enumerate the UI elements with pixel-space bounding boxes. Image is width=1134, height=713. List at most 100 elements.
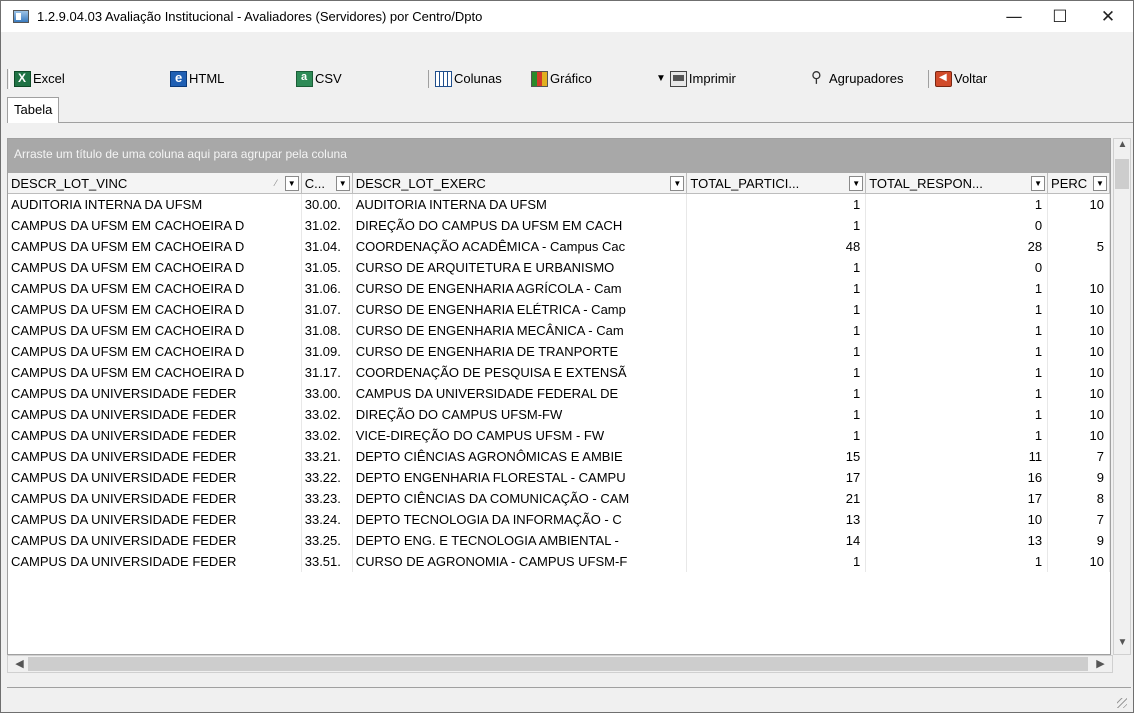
cell-total-participantes[interactable]: 15: [687, 446, 867, 467]
column-header-code[interactable]: C... ▼: [302, 173, 353, 193]
table-row[interactable]: CAMPUS DA UNIVERSIDADE FEDER 33.25. DEPTO …: [8, 530, 1110, 551]
filter-dropdown-icon[interactable]: ▼: [1031, 175, 1046, 191]
column-header-descr-lot-vinc[interactable]: DESCR_LOT_VINC ⁄ ▼: [8, 173, 302, 193]
scroll-right-icon[interactable]: ▶: [1092, 656, 1109, 673]
cell-total-participantes[interactable]: 1: [687, 362, 867, 383]
cell-perc[interactable]: [1048, 257, 1110, 278]
table-row[interactable]: CAMPUS DA UNIVERSIDADE FEDER 33.22. DEPTO …: [8, 467, 1110, 488]
export-csv-button[interactable]: CSV: [296, 68, 422, 90]
cell-descr-lot-exerc[interactable]: DIREÇÃO DO CAMPUS DA UFSM EM CACH: [353, 215, 688, 236]
cell-descr-lot-vinc[interactable]: CAMPUS DA UNIVERSIDADE FEDER: [8, 404, 302, 425]
cell-descr-lot-exerc[interactable]: DEPTO CIÊNCIAS AGRONÔMICAS E AMBIE: [353, 446, 688, 467]
cell-descr-lot-vinc[interactable]: CAMPUS DA UNIVERSIDADE FEDER: [8, 383, 302, 404]
cell-total-respondentes[interactable]: 1: [866, 383, 1049, 404]
table-row[interactable]: CAMPUS DA UFSM EM CACHOEIRA D 31.09. CURSO…: [8, 341, 1110, 362]
table-row[interactable]: CAMPUS DA UFSM EM CACHOEIRA D 31.08. CURSO…: [8, 320, 1110, 341]
cell-perc[interactable]: 9: [1048, 530, 1110, 551]
cell-perc[interactable]: [1048, 215, 1110, 236]
chart-button[interactable]: Gráfico: [531, 68, 656, 90]
cell-code[interactable]: 31.02.: [302, 215, 353, 236]
cell-total-respondentes[interactable]: 1: [866, 551, 1049, 572]
cell-perc[interactable]: 9: [1048, 467, 1110, 488]
cell-descr-lot-exerc[interactable]: COORDENAÇÃO DE PESQUISA E EXTENSÃ: [353, 362, 688, 383]
cell-total-respondentes[interactable]: 10: [866, 509, 1049, 530]
table-row[interactable]: CAMPUS DA UNIVERSIDADE FEDER 33.21. DEPTO …: [8, 446, 1110, 467]
print-button[interactable]: ▼ Imprimir: [656, 68, 802, 90]
table-row[interactable]: CAMPUS DA UFSM EM CACHOEIRA D 31.05. CURSO…: [8, 257, 1110, 278]
cell-descr-lot-exerc[interactable]: DIREÇÃO DO CAMPUS UFSM-FW: [353, 404, 688, 425]
cell-total-respondentes[interactable]: 1: [866, 320, 1049, 341]
cell-perc[interactable]: 10: [1048, 425, 1110, 446]
cell-perc[interactable]: 10: [1048, 299, 1110, 320]
filter-dropdown-icon[interactable]: ▼: [849, 175, 864, 191]
cell-perc[interactable]: 5: [1048, 236, 1110, 257]
cell-descr-lot-vinc[interactable]: CAMPUS DA UFSM EM CACHOEIRA D: [8, 257, 302, 278]
cell-total-participantes[interactable]: 1: [687, 551, 867, 572]
cell-code[interactable]: 33.22.: [302, 467, 353, 488]
cell-descr-lot-exerc[interactable]: DEPTO CIÊNCIAS DA COMUNICAÇÃO - CAM: [353, 488, 688, 509]
resize-grip-icon[interactable]: [1117, 698, 1127, 708]
cell-descr-lot-vinc[interactable]: CAMPUS DA UFSM EM CACHOEIRA D: [8, 362, 302, 383]
filter-dropdown-icon[interactable]: ▼: [335, 175, 350, 191]
cell-total-respondentes[interactable]: 1: [866, 425, 1049, 446]
cell-descr-lot-vinc[interactable]: CAMPUS DA UFSM EM CACHOEIRA D: [8, 320, 302, 341]
vertical-scroll-thumb[interactable]: [1115, 159, 1129, 189]
cell-descr-lot-vinc[interactable]: CAMPUS DA UNIVERSIDADE FEDER: [8, 467, 302, 488]
cell-descr-lot-exerc[interactable]: CAMPUS DA UNIVERSIDADE FEDERAL DE: [353, 383, 688, 404]
cell-total-respondentes[interactable]: 1: [866, 362, 1049, 383]
table-row[interactable]: CAMPUS DA UNIVERSIDADE FEDER 33.23. DEPTO …: [8, 488, 1110, 509]
cell-total-respondentes[interactable]: 17: [866, 488, 1049, 509]
column-header-perc[interactable]: PERC ▼: [1048, 173, 1110, 193]
cell-descr-lot-vinc[interactable]: CAMPUS DA UFSM EM CACHOEIRA D: [8, 215, 302, 236]
cell-total-participantes[interactable]: 1: [687, 257, 867, 278]
column-header-total-participantes[interactable]: TOTAL_PARTICI... ▼: [687, 173, 867, 193]
table-row[interactable]: CAMPUS DA UNIVERSIDADE FEDER 33.02. VICE-D…: [8, 425, 1110, 446]
maximize-button[interactable]: ☐: [1037, 1, 1083, 32]
cell-code[interactable]: 33.23.: [302, 488, 353, 509]
table-row[interactable]: CAMPUS DA UFSM EM CACHOEIRA D 31.17. COORD…: [8, 362, 1110, 383]
table-row[interactable]: CAMPUS DA UNIVERSIDADE FEDER 33.02. DIREÇÃ…: [8, 404, 1110, 425]
horizontal-scrollbar[interactable]: ◀ ▶: [7, 655, 1113, 673]
cell-code[interactable]: 30.00.: [302, 194, 353, 215]
columns-button[interactable]: Colunas: [435, 68, 531, 90]
table-row[interactable]: CAMPUS DA UNIVERSIDADE FEDER 33.24. DEPTO …: [8, 509, 1110, 530]
table-row[interactable]: CAMPUS DA UFSM EM CACHOEIRA D 31.02. DIREÇ…: [8, 215, 1110, 236]
cell-code[interactable]: 31.09.: [302, 341, 353, 362]
cell-descr-lot-exerc[interactable]: CURSO DE AGRONOMIA - CAMPUS UFSM-F: [353, 551, 688, 572]
cell-perc[interactable]: 10: [1048, 551, 1110, 572]
cell-total-participantes[interactable]: 13: [687, 509, 867, 530]
cell-code[interactable]: 31.04.: [302, 236, 353, 257]
cell-descr-lot-exerc[interactable]: CURSO DE ENGENHARIA ELÉTRICA - Camp: [353, 299, 688, 320]
table-row[interactable]: CAMPUS DA UNIVERSIDADE FEDER 33.51. CURSO …: [8, 551, 1110, 572]
cell-descr-lot-vinc[interactable]: CAMPUS DA UFSM EM CACHOEIRA D: [8, 236, 302, 257]
cell-perc[interactable]: 7: [1048, 446, 1110, 467]
cell-total-participantes[interactable]: 17: [687, 467, 867, 488]
cell-total-respondentes[interactable]: 11: [866, 446, 1049, 467]
export-excel-button[interactable]: Excel: [14, 68, 170, 90]
cell-total-respondentes[interactable]: 1: [866, 194, 1049, 215]
cell-descr-lot-exerc[interactable]: CURSO DE ENGENHARIA AGRÍCOLA - Cam: [353, 278, 688, 299]
cell-descr-lot-vinc[interactable]: CAMPUS DA UFSM EM CACHOEIRA D: [8, 341, 302, 362]
cell-perc[interactable]: 10: [1048, 341, 1110, 362]
cell-code[interactable]: 33.24.: [302, 509, 353, 530]
column-header-descr-lot-exerc[interactable]: DESCR_LOT_EXERC ▼: [353, 173, 688, 193]
cell-descr-lot-vinc[interactable]: CAMPUS DA UNIVERSIDADE FEDER: [8, 425, 302, 446]
cell-descr-lot-exerc[interactable]: CURSO DE ARQUITETURA E URBANISMO: [353, 257, 688, 278]
cell-descr-lot-vinc[interactable]: CAMPUS DA UNIVERSIDADE FEDER: [8, 551, 302, 572]
cell-descr-lot-vinc[interactable]: CAMPUS DA UNIVERSIDADE FEDER: [8, 509, 302, 530]
cell-total-participantes[interactable]: 1: [687, 320, 867, 341]
cell-perc[interactable]: 10: [1048, 404, 1110, 425]
cell-perc[interactable]: 10: [1048, 278, 1110, 299]
column-header-total-respondentes[interactable]: TOTAL_RESPON... ▼: [866, 173, 1049, 193]
scroll-down-icon[interactable]: ▼: [1114, 637, 1131, 654]
cell-descr-lot-exerc[interactable]: CURSO DE ENGENHARIA DE TRANPORTE: [353, 341, 688, 362]
cell-total-respondentes[interactable]: 1: [866, 299, 1049, 320]
cell-code[interactable]: 33.51.: [302, 551, 353, 572]
cell-total-participantes[interactable]: 1: [687, 341, 867, 362]
filter-dropdown-icon[interactable]: ▼: [670, 175, 685, 191]
cell-total-respondentes[interactable]: 0: [866, 257, 1049, 278]
cell-descr-lot-exerc[interactable]: CURSO DE ENGENHARIA MECÂNICA - Cam: [353, 320, 688, 341]
cell-code[interactable]: 33.25.: [302, 530, 353, 551]
cell-total-participantes[interactable]: 1: [687, 383, 867, 404]
cell-descr-lot-vinc[interactable]: CAMPUS DA UNIVERSIDADE FEDER: [8, 446, 302, 467]
